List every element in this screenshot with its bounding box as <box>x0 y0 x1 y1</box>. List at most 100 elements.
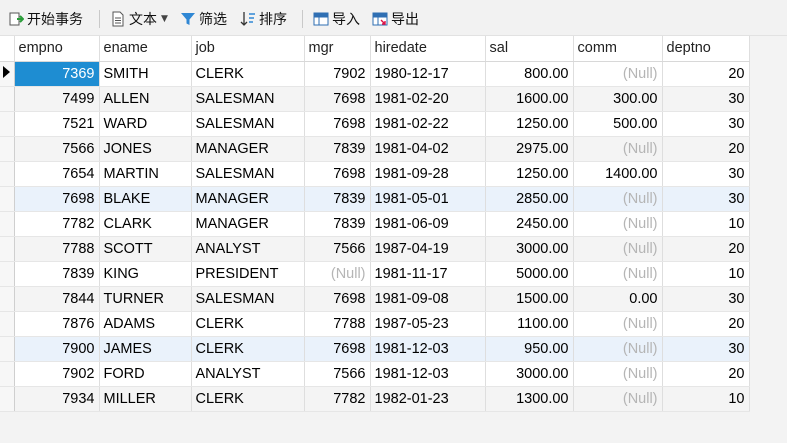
column-header-comm[interactable]: comm <box>573 36 663 62</box>
cell-empno[interactable]: 7934 <box>14 386 100 412</box>
cell-job[interactable]: PRESIDENT <box>191 261 305 287</box>
cell-hiredate[interactable]: 1981-04-02 <box>370 136 486 162</box>
cell-comm[interactable]: 300.00 <box>573 86 663 112</box>
cell-ename[interactable]: MILLER <box>99 386 192 412</box>
cell-ename[interactable]: JAMES <box>99 336 192 362</box>
text-view-button[interactable]: 文本 ▼ <box>110 8 168 30</box>
cell-deptno[interactable]: 20 <box>662 61 750 87</box>
row-header[interactable] <box>0 286 15 312</box>
chevron-down-icon[interactable]: ▼ <box>161 14 168 24</box>
import-button[interactable]: 导入 <box>313 8 360 30</box>
cell-comm[interactable]: (Null) <box>573 311 663 337</box>
cell-ename[interactable]: SCOTT <box>99 236 192 262</box>
column-header-sal[interactable]: sal <box>485 36 574 62</box>
cell-comm[interactable]: 0.00 <box>573 286 663 312</box>
cell-empno[interactable]: 7902 <box>14 361 100 387</box>
cell-ename[interactable]: JONES <box>99 136 192 162</box>
table-row[interactable]: 7521 WARD SALESMAN 7698 1981-02-22 1250.00 500… <box>0 111 750 137</box>
cell-job[interactable]: SALESMAN <box>191 111 305 137</box>
cell-empno[interactable]: 7566 <box>14 136 100 162</box>
cell-deptno[interactable]: 10 <box>662 211 750 237</box>
export-button[interactable]: 导出 <box>372 8 419 30</box>
cell-mgr[interactable]: 7566 <box>304 236 371 262</box>
cell-ename[interactable]: BLAKE <box>99 186 192 212</box>
cell-ename[interactable]: KING <box>99 261 192 287</box>
cell-empno[interactable]: 7499 <box>14 86 100 112</box>
cell-hiredate[interactable]: 1981-12-03 <box>370 361 486 387</box>
cell-mgr[interactable]: 7698 <box>304 111 371 137</box>
cell-empno[interactable]: 7839 <box>14 261 100 287</box>
cell-comm[interactable]: 500.00 <box>573 111 663 137</box>
table-row[interactable]: 7369 SMITH CLERK 7902 1980-12-17 800.00 (Null)… <box>0 61 750 87</box>
cell-job[interactable]: CLERK <box>191 311 305 337</box>
row-header[interactable] <box>0 261 15 287</box>
row-header[interactable] <box>0 386 15 412</box>
cell-comm[interactable]: (Null) <box>573 386 663 412</box>
cell-comm[interactable]: (Null) <box>573 361 663 387</box>
cell-deptno[interactable]: 10 <box>662 386 750 412</box>
cell-sal[interactable]: 2850.00 <box>485 186 574 212</box>
cell-job[interactable]: SALESMAN <box>191 86 305 112</box>
begin-transaction-button[interactable]: 开始事务 <box>8 8 83 30</box>
filter-button[interactable]: 筛选 <box>180 8 227 30</box>
cell-job[interactable]: CLERK <box>191 386 305 412</box>
row-header[interactable] <box>0 111 15 137</box>
table-row[interactable]: 7654 MARTIN SALESMAN 7698 1981-09-28 1250.00 1… <box>0 161 750 187</box>
cell-hiredate[interactable]: 1981-09-28 <box>370 161 486 187</box>
cell-job[interactable]: CLERK <box>191 61 305 87</box>
cell-comm[interactable]: (Null) <box>573 211 663 237</box>
cell-sal[interactable]: 1250.00 <box>485 111 574 137</box>
cell-comm[interactable]: (Null) <box>573 61 663 87</box>
cell-hiredate[interactable]: 1987-04-19 <box>370 236 486 262</box>
table-row[interactable]: 7902 FORD ANALYST 7566 1981-12-03 3000.00 (Nul… <box>0 361 750 387</box>
cell-hiredate[interactable]: 1987-05-23 <box>370 311 486 337</box>
cell-sal[interactable]: 800.00 <box>485 61 574 87</box>
cell-comm[interactable]: 1400.00 <box>573 161 663 187</box>
column-header-empno[interactable]: empno <box>14 36 100 62</box>
cell-hiredate[interactable]: 1981-05-01 <box>370 186 486 212</box>
cell-deptno[interactable]: 30 <box>662 336 750 362</box>
cell-empno[interactable]: 7698 <box>14 186 100 212</box>
cell-mgr[interactable]: 7902 <box>304 61 371 87</box>
cell-job[interactable]: ANALYST <box>191 361 305 387</box>
row-header[interactable] <box>0 186 15 212</box>
cell-hiredate[interactable]: 1981-12-03 <box>370 336 486 362</box>
table-row[interactable]: 7782 CLARK MANAGER 7839 1981-06-09 2450.00 (Nu… <box>0 211 750 237</box>
cell-empno[interactable]: 7369 <box>14 61 100 87</box>
row-header[interactable] <box>0 311 15 337</box>
cell-deptno[interactable]: 20 <box>662 136 750 162</box>
cell-job[interactable]: MANAGER <box>191 211 305 237</box>
cell-job[interactable]: SALESMAN <box>191 286 305 312</box>
column-header-job[interactable]: job <box>191 36 305 62</box>
cell-deptno[interactable]: 30 <box>662 286 750 312</box>
cell-empno[interactable]: 7876 <box>14 311 100 337</box>
cell-hiredate[interactable]: 1981-02-22 <box>370 111 486 137</box>
table-row[interactable]: 7934 MILLER CLERK 7782 1982-01-23 1300.00 (Nul… <box>0 386 750 412</box>
cell-empno[interactable]: 7521 <box>14 111 100 137</box>
column-header-mgr[interactable]: mgr <box>304 36 371 62</box>
cell-mgr[interactable]: (Null) <box>304 261 371 287</box>
cell-empno[interactable]: 7782 <box>14 211 100 237</box>
column-header-hiredate[interactable]: hiredate <box>370 36 486 62</box>
cell-sal[interactable]: 1250.00 <box>485 161 574 187</box>
row-header[interactable] <box>0 211 15 237</box>
cell-comm[interactable]: (Null) <box>573 236 663 262</box>
cell-empno[interactable]: 7654 <box>14 161 100 187</box>
cell-comm[interactable]: (Null) <box>573 336 663 362</box>
cell-ename[interactable]: MARTIN <box>99 161 192 187</box>
cell-mgr[interactable]: 7698 <box>304 86 371 112</box>
cell-sal[interactable]: 2975.00 <box>485 136 574 162</box>
cell-sal[interactable]: 2450.00 <box>485 211 574 237</box>
cell-job[interactable]: MANAGER <box>191 136 305 162</box>
cell-job[interactable]: CLERK <box>191 336 305 362</box>
cell-ename[interactable]: ALLEN <box>99 86 192 112</box>
table-row[interactable]: 7876 ADAMS CLERK 7788 1987-05-23 1100.00 (Null… <box>0 311 750 337</box>
cell-deptno[interactable]: 10 <box>662 261 750 287</box>
table-row[interactable]: 7900 JAMES CLERK 7698 1981-12-03 950.00 (Null)… <box>0 336 750 362</box>
cell-hiredate[interactable]: 1981-06-09 <box>370 211 486 237</box>
cell-empno[interactable]: 7844 <box>14 286 100 312</box>
cell-ename[interactable]: ADAMS <box>99 311 192 337</box>
row-header[interactable] <box>0 136 15 162</box>
column-header-deptno[interactable]: deptno <box>662 36 750 62</box>
table-row[interactable]: 7698 BLAKE MANAGER 7839 1981-05-01 2850.00 (Nu… <box>0 186 750 212</box>
